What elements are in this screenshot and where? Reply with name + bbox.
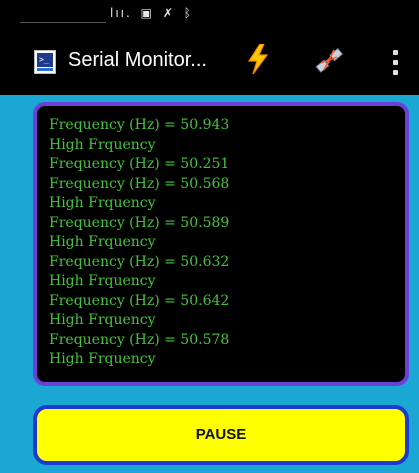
connect-plug-icon[interactable] [313,45,345,75]
monitor-lines: Frequency (Hz) = 50.943 High Frquency Fr… [49,116,229,370]
monitor-line: Frequency (Hz) = 50.568 [49,175,230,192]
monitor-line: Frequency (Hz) = 50.943 [49,117,230,133]
pause-button[interactable]: PAUSE [33,405,409,465]
serial-monitor-app-icon: >_ [34,50,56,74]
app-title: Serial Monitor... [68,49,207,71]
monitor-line: High Frquency [49,351,156,367]
gallery-icon: ▣ [140,6,154,20]
monitor-line: High Frquency [49,234,156,250]
signal-bars-icon: lıı. [110,6,132,20]
monitor-line: High Frquency [49,136,156,153]
menu-dot [393,60,398,65]
monitor-line: High Frquency [49,273,156,289]
status-bar: lıı. ▣ ✗ ᛒ [0,0,419,30]
app-bar: >_ Serial Monitor... [0,30,419,95]
menu-dot [393,70,398,75]
app-icon-base [37,68,53,71]
overflow-menu-icon[interactable] [393,50,399,76]
monitor-line: Frequency (Hz) = 50.642 [49,292,230,309]
muted-icon: ✗ [162,6,175,20]
monitor-line: Frequency (Hz) = 50.589 [49,214,230,231]
monitor-line: High Frquency [49,195,156,211]
menu-dot [393,50,398,55]
status-icons: lıı. ▣ ✗ ᛒ [110,6,196,20]
lightning-bolt-icon[interactable] [246,44,270,74]
monitor-line: Frequency (Hz) = 50.632 [49,253,230,270]
monitor-line: Frequency (Hz) = 50.578 [49,331,230,348]
monitor-line: Frequency (Hz) = 50.251 [49,156,230,172]
bluetooth-icon: ᛒ [183,6,193,20]
status-divider [20,22,106,23]
terminal-prompt-icon: >_ [37,53,53,67]
monitor-line: High Frquency [49,312,156,328]
serial-monitor-output[interactable]: Frequency (Hz) = 50.943 High Frquency Fr… [33,102,409,386]
